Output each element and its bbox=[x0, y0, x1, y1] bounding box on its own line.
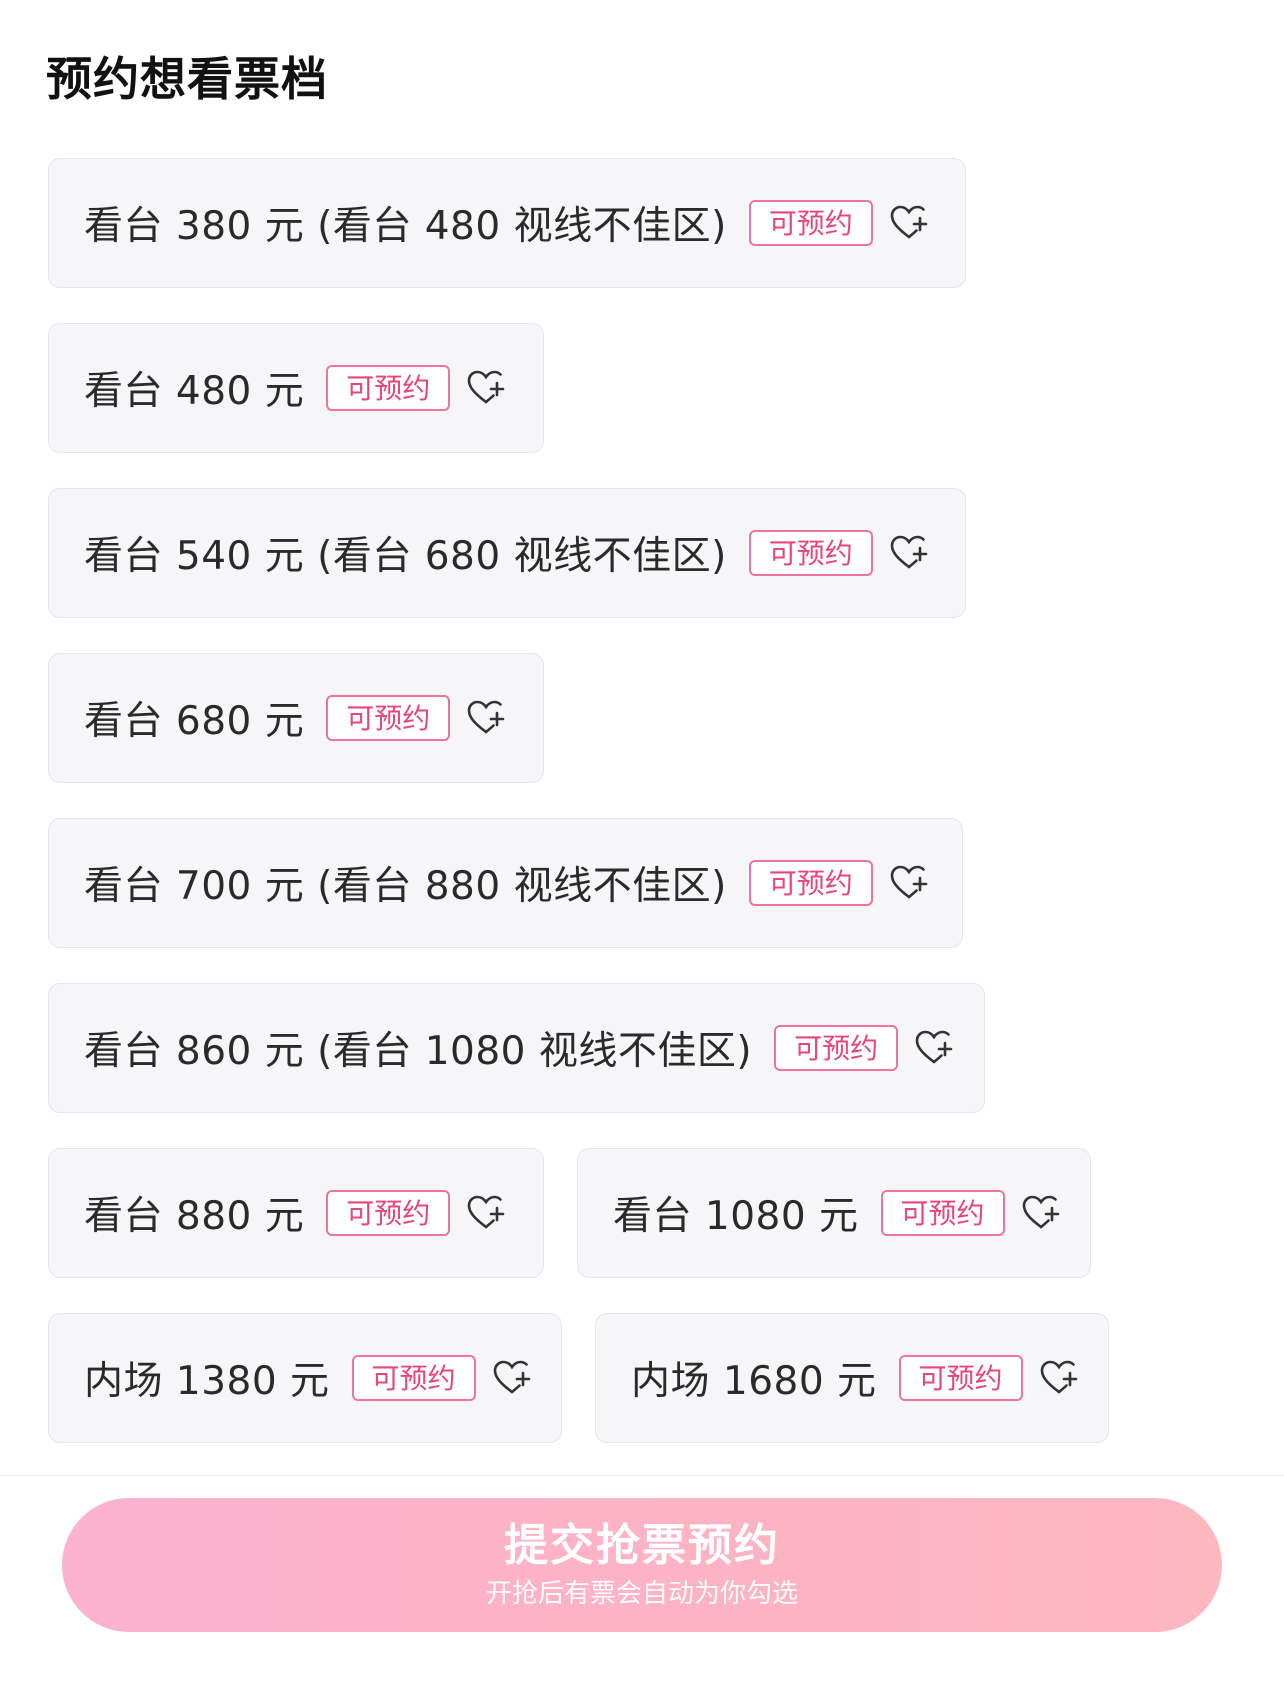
tier-label: 看台 700 元 (看台 880 视线不佳区) bbox=[84, 864, 727, 909]
available-badge: 可预约 bbox=[774, 1025, 899, 1071]
footer-divider bbox=[0, 1475, 1284, 1476]
available-badge: 可预约 bbox=[351, 1355, 476, 1401]
heart-plus-icon[interactable] bbox=[912, 1026, 956, 1070]
available-badge: 可预约 bbox=[880, 1190, 1005, 1236]
heart-plus-icon[interactable] bbox=[464, 696, 508, 740]
tier-option[interactable]: 看台 480 元 可预约 bbox=[48, 323, 544, 453]
tier-option[interactable]: 内场 1380 元 可预约 bbox=[48, 1313, 562, 1443]
tier-option[interactable]: 看台 380 元 (看台 480 视线不佳区) 可预约 bbox=[48, 158, 966, 288]
tier-label: 看台 380 元 (看台 480 视线不佳区) bbox=[84, 204, 727, 249]
page-title: 预约想看票档 bbox=[46, 52, 328, 106]
available-badge: 可预约 bbox=[748, 860, 873, 906]
available-badge: 可预约 bbox=[748, 200, 873, 246]
tier-option[interactable]: 看台 540 元 (看台 680 视线不佳区) 可预约 bbox=[48, 488, 966, 618]
available-badge: 可预约 bbox=[326, 1190, 451, 1236]
submit-button-sublabel: 开抢后有票会自动为你勾选 bbox=[485, 1579, 798, 1609]
tier-label: 看台 480 元 bbox=[84, 369, 305, 414]
tier-label: 内场 1680 元 bbox=[631, 1359, 877, 1404]
available-badge: 可预约 bbox=[326, 365, 451, 411]
available-badge: 可预约 bbox=[326, 695, 451, 741]
tier-option[interactable]: 看台 1080 元 可预约 bbox=[577, 1148, 1091, 1278]
tier-option[interactable]: 看台 700 元 (看台 880 视线不佳区) 可预约 bbox=[48, 818, 963, 948]
submit-reservation-button[interactable]: 提交抢票预约 开抢后有票会自动为你勾选 bbox=[62, 1498, 1222, 1632]
tier-option[interactable]: 看台 880 元 可预约 bbox=[48, 1148, 544, 1278]
heart-plus-icon[interactable] bbox=[1019, 1191, 1063, 1235]
submit-button-label: 提交抢票预约 bbox=[504, 1520, 780, 1571]
heart-plus-icon[interactable] bbox=[887, 861, 931, 905]
tier-label: 看台 1080 元 bbox=[613, 1194, 859, 1239]
available-badge: 可预约 bbox=[748, 530, 873, 576]
tier-option[interactable]: 看台 680 元 可预约 bbox=[48, 653, 544, 783]
available-badge: 可预约 bbox=[898, 1355, 1023, 1401]
tier-option[interactable]: 看台 860 元 (看台 1080 视线不佳区) 可预约 bbox=[48, 983, 985, 1113]
heart-plus-icon[interactable] bbox=[887, 201, 931, 245]
heart-plus-icon[interactable] bbox=[490, 1356, 534, 1400]
tier-label: 看台 680 元 bbox=[84, 699, 305, 744]
heart-plus-icon[interactable] bbox=[464, 366, 508, 410]
tier-label: 看台 540 元 (看台 680 视线不佳区) bbox=[84, 534, 727, 579]
tier-label: 内场 1380 元 bbox=[84, 1359, 330, 1404]
tier-option[interactable]: 内场 1680 元 可预约 bbox=[595, 1313, 1109, 1443]
tier-label: 看台 880 元 bbox=[84, 1194, 305, 1239]
heart-plus-icon[interactable] bbox=[1037, 1356, 1081, 1400]
heart-plus-icon[interactable] bbox=[464, 1191, 508, 1235]
heart-plus-icon[interactable] bbox=[887, 531, 931, 575]
tier-label: 看台 860 元 (看台 1080 视线不佳区) bbox=[84, 1029, 753, 1074]
